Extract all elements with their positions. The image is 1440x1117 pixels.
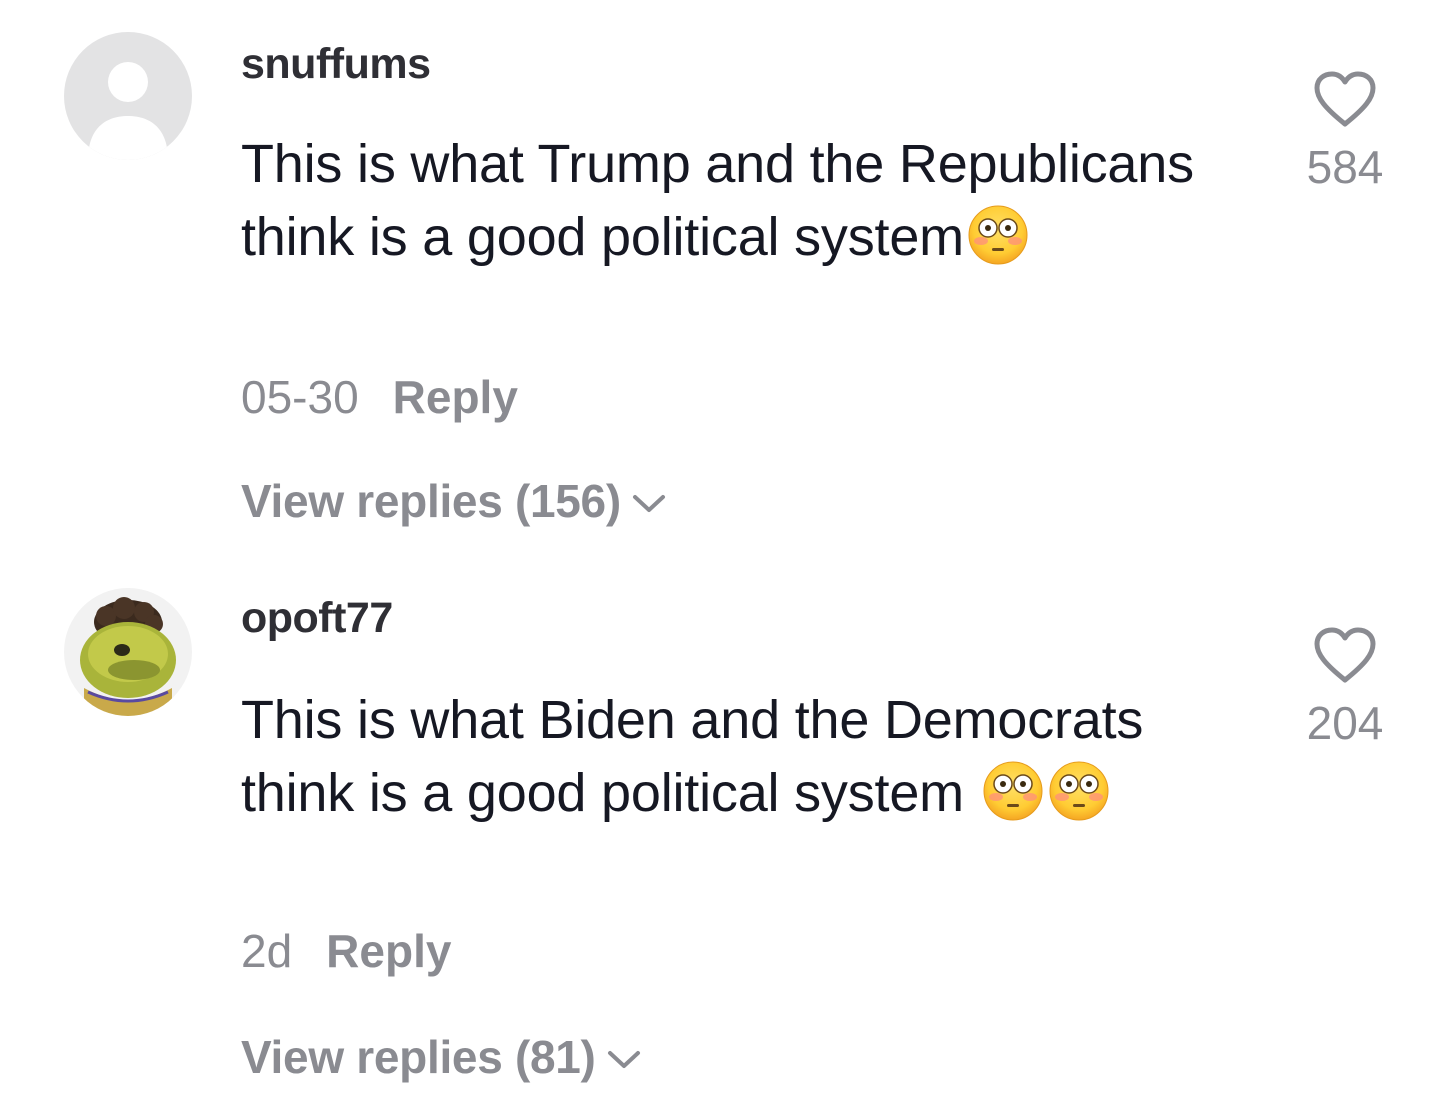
chevron-down-icon — [607, 1051, 640, 1068]
like-button[interactable]: 584 — [1290, 70, 1400, 194]
comment-text: This is what Trump and the Republicans t… — [241, 128, 1201, 274]
view-replies-button[interactable]: View replies (81) — [241, 1030, 644, 1084]
default-avatar-icon — [64, 32, 192, 160]
comment-item: snuffums This is what Trump and the Repu… — [0, 0, 1440, 560]
fish-character-avatar-icon — [64, 588, 192, 716]
like-count: 204 — [1306, 697, 1384, 749]
flushed-face-icon — [981, 759, 1045, 823]
avatar[interactable] — [64, 588, 192, 716]
heart-icon — [1314, 627, 1376, 683]
like-button[interactable]: 204 — [1290, 626, 1400, 750]
comment-date: 2d — [241, 925, 293, 977]
flushed-face-icon — [1047, 759, 1111, 823]
comment-text-body: This is what Trump and the Republicans t… — [241, 134, 1194, 267]
chevron-down-icon — [632, 495, 665, 512]
comment-meta: 05-30 Reply — [241, 370, 518, 424]
view-replies-label: View replies (156) — [241, 475, 621, 527]
comment-item: opoft77 This is what Biden and the Democ… — [0, 560, 1440, 1117]
reply-button[interactable]: Reply — [326, 925, 451, 977]
reply-button[interactable]: Reply — [393, 371, 518, 423]
view-replies-button[interactable]: View replies (156) — [241, 474, 669, 528]
view-replies-label: View replies (81) — [241, 1031, 596, 1083]
comment-date: 05-30 — [241, 371, 359, 423]
heart-icon — [1314, 71, 1376, 127]
avatar[interactable] — [64, 32, 192, 160]
flushed-face-icon — [966, 203, 1030, 267]
comment-username[interactable]: snuffums — [241, 40, 431, 89]
comment-username[interactable]: opoft77 — [241, 594, 393, 643]
like-count: 584 — [1306, 141, 1384, 193]
comment-text: This is what Biden and the Democrats thi… — [241, 684, 1201, 830]
comment-meta: 2d Reply — [241, 924, 451, 978]
